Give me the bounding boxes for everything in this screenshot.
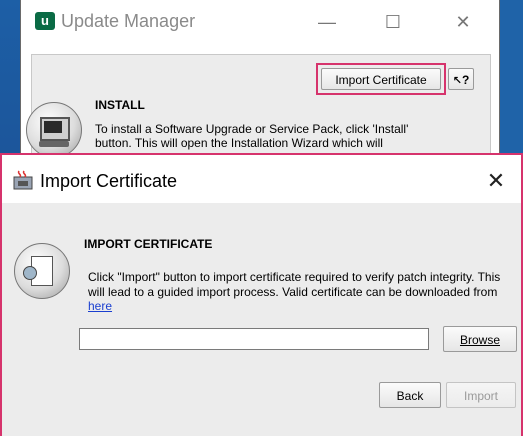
download-here-link[interactable]: here <box>88 299 112 313</box>
help-pointer-icon: ↖ <box>452 75 462 87</box>
import-certificate-description: Click "Import" button to import certific… <box>88 270 508 314</box>
context-help-button[interactable]: ↖? <box>448 68 474 90</box>
dialog-titlebar: Import Certificate ✕ <box>2 155 521 203</box>
import-certificate-heading: IMPORT CERTIFICATE <box>84 237 213 251</box>
dialog-body <box>2 203 521 436</box>
import-button[interactable]: Import <box>446 382 516 408</box>
import-certificate-dialog: Import Certificate ✕ IMPORT CERTIFICATE … <box>0 153 523 436</box>
update-manager-titlebar: u Update Manager — ☐ ✕ <box>21 0 499 44</box>
certificate-icon <box>14 243 70 299</box>
computer-icon <box>26 102 82 158</box>
install-description: To install a Software Upgrade or Service… <box>95 122 409 150</box>
update-manager-title: Update Manager <box>61 11 196 31</box>
install-heading: INSTALL <box>95 98 145 112</box>
description-text: Click "Import" button to import certific… <box>88 270 501 299</box>
back-button[interactable]: Back <box>379 382 441 408</box>
dialog-title: Import Certificate <box>40 171 178 191</box>
minimize-button[interactable]: — <box>307 8 347 36</box>
java-cup-icon <box>13 170 33 190</box>
close-button[interactable]: ✕ <box>443 8 483 36</box>
close-icon: ✕ <box>486 168 506 193</box>
maximize-button[interactable]: ☐ <box>373 8 413 36</box>
update-manager-app-icon: u <box>35 12 55 30</box>
browse-button[interactable]: Browse <box>443 326 517 352</box>
certificate-path-input[interactable] <box>79 328 429 350</box>
dialog-close-button[interactable]: ✕ <box>479 165 513 197</box>
import-certificate-button[interactable]: Import Certificate <box>321 68 441 90</box>
